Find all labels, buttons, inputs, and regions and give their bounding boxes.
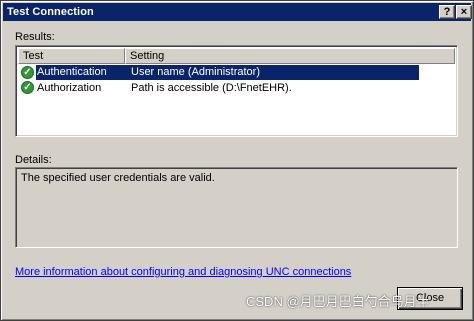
help-button[interactable]: ? bbox=[439, 5, 455, 19]
title-bar[interactable]: Test Connection ? × bbox=[3, 3, 472, 21]
unc-help-link[interactable]: More information about configuring and d… bbox=[15, 266, 351, 278]
column-header-setting[interactable]: Setting bbox=[125, 48, 455, 64]
test-setting: User name (Administrator) bbox=[129, 65, 419, 80]
success-check-icon: ✓ bbox=[21, 81, 34, 94]
results-label: Results: bbox=[15, 31, 55, 43]
watermark: CSDN @月巴月巴白勺合鸟月半 bbox=[246, 294, 430, 309]
details-text: The specified user credentials are valid… bbox=[21, 172, 215, 184]
details-box: The specified user credentials are valid… bbox=[15, 167, 458, 248]
list-header: Test Setting bbox=[18, 48, 455, 64]
details-label: Details: bbox=[15, 154, 52, 166]
list-item[interactable]: ✓ Authorization Path is accessible (D:\F… bbox=[18, 80, 419, 95]
test-setting: Path is accessible (D:\FnetEHR). bbox=[131, 81, 292, 94]
test-connection-dialog: Test Connection ? × Results: Test Settin… bbox=[0, 0, 474, 321]
results-list[interactable]: Test Setting ✓ Authentication User name … bbox=[15, 45, 458, 137]
column-header-test[interactable]: Test bbox=[18, 48, 125, 64]
success-check-icon: ✓ bbox=[21, 66, 34, 79]
close-icon[interactable]: × bbox=[456, 5, 472, 19]
list-item[interactable]: ✓ Authentication User name (Administrato… bbox=[18, 65, 419, 80]
dialog-title: Test Connection bbox=[7, 6, 94, 18]
test-name: Authentication bbox=[36, 65, 129, 80]
test-name: Authorization bbox=[37, 81, 102, 94]
